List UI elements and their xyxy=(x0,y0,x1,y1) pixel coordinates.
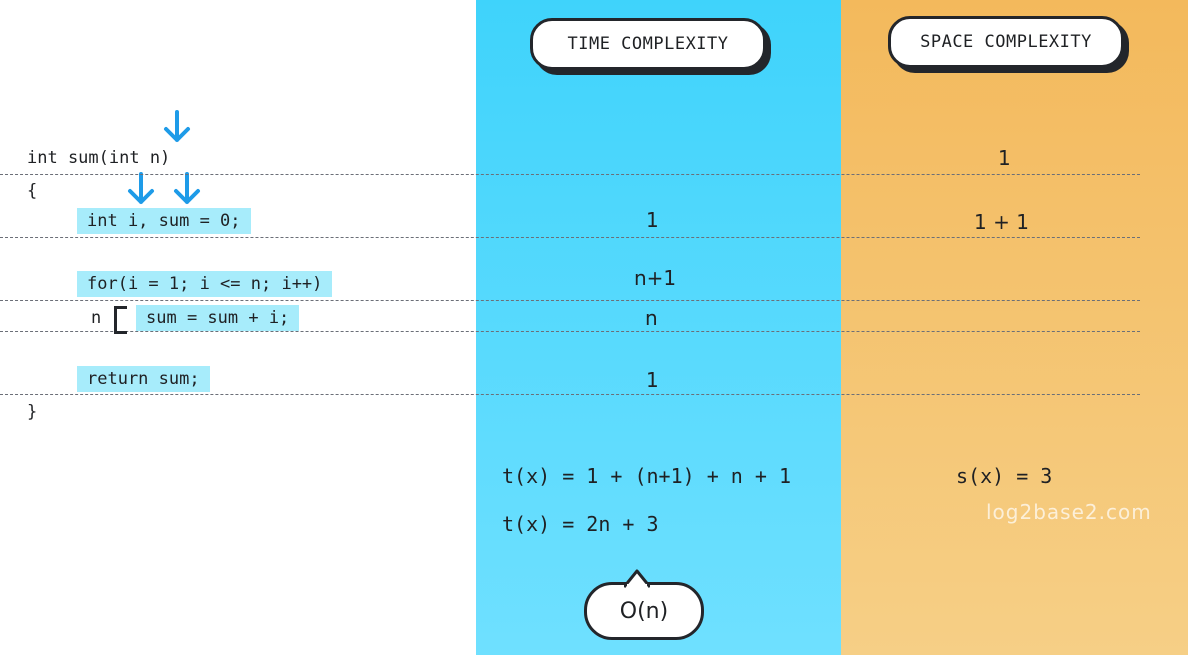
code-line-return: return sum; xyxy=(77,366,210,392)
loop-count-label: n xyxy=(91,308,102,328)
time-complexity-header: TIME COMPLEXITY xyxy=(530,18,766,70)
arrow-down-icon xyxy=(128,172,154,204)
code-line-body: sum = sum + i; xyxy=(136,305,300,331)
row-divider xyxy=(0,331,1140,332)
code-line-for: for(i = 1; i <= n; i++) xyxy=(77,271,333,297)
space-cost-declaration: 1 + 1 xyxy=(974,210,1029,234)
time-cost-for: n+1 xyxy=(634,266,677,290)
time-formula-simplified: t(x) = 2n + 3 xyxy=(502,512,659,536)
code-open-brace: { xyxy=(27,181,38,201)
big-o-result: O(n) xyxy=(584,582,704,640)
row-divider xyxy=(0,300,1140,301)
code-signature: int sum(int n) xyxy=(27,148,171,168)
loop-bracket xyxy=(114,306,127,334)
space-cost-signature: 1 xyxy=(998,146,1011,170)
arrow-down-icon xyxy=(174,172,200,204)
time-cost-declaration: 1 xyxy=(646,208,659,232)
time-cost-body: n xyxy=(645,306,658,330)
row-divider xyxy=(0,394,1140,395)
arrow-down-icon xyxy=(164,110,190,142)
code-line-declaration: int i, sum = 0; xyxy=(77,208,251,234)
row-divider xyxy=(0,174,1140,175)
time-complexity-column xyxy=(476,0,841,655)
watermark: log2base2.com xyxy=(986,500,1152,524)
bubble-tail xyxy=(624,569,650,588)
space-formula: s(x) = 3 xyxy=(956,464,1053,488)
code-close-brace: } xyxy=(27,402,38,422)
space-complexity-header: SPACE COMPLEXITY xyxy=(888,16,1124,68)
time-formula: t(x) = 1 + (n+1) + n + 1 xyxy=(502,464,791,488)
space-complexity-column xyxy=(841,0,1188,655)
row-divider xyxy=(0,237,1140,238)
time-cost-return: 1 xyxy=(646,368,659,392)
